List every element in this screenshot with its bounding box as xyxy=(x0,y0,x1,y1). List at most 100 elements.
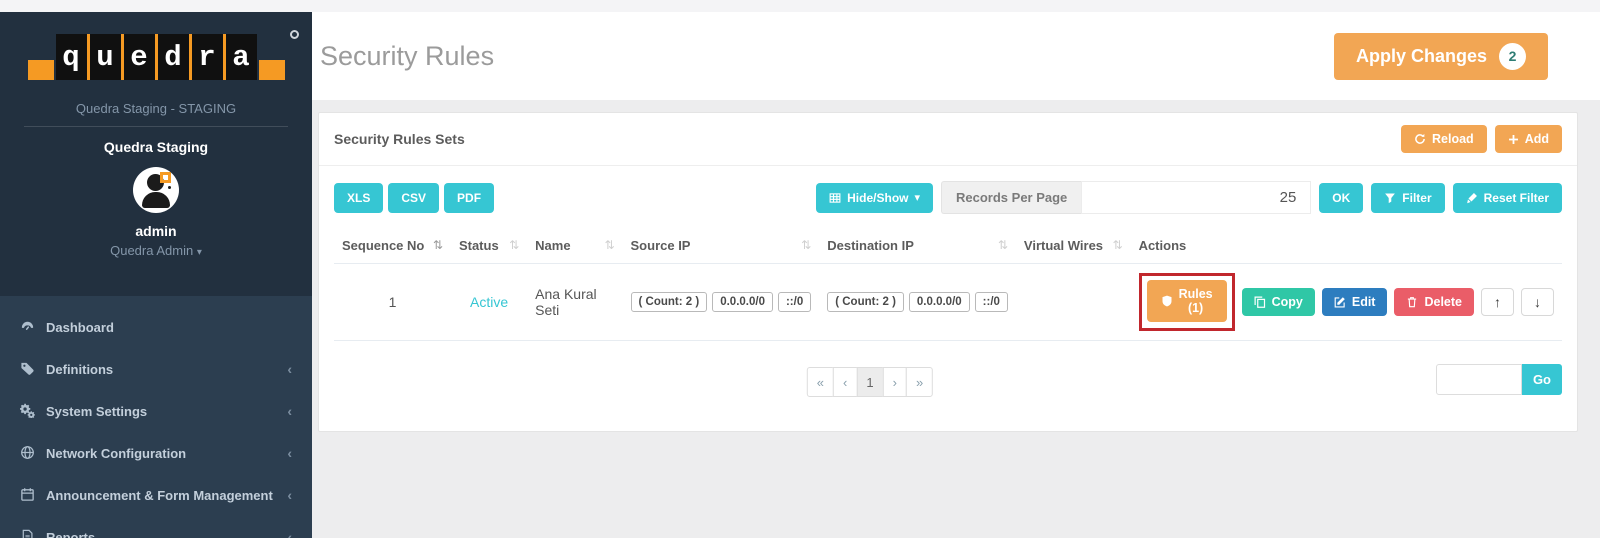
sidebar-item-system-settings[interactable]: System Settings ‹ xyxy=(0,390,312,432)
filter-button[interactable]: Filter xyxy=(1371,183,1444,213)
sidebar-item-label: System Settings xyxy=(46,404,287,419)
copy-icon xyxy=(1254,296,1266,308)
column-header-source-ip[interactable]: Source IP ⇅ xyxy=(623,228,820,264)
move-up-button[interactable]: ↑ xyxy=(1481,288,1514,316)
gears-icon xyxy=(20,403,36,419)
logo-letter: q xyxy=(56,34,87,80)
move-down-button[interactable]: ↓ xyxy=(1521,288,1554,316)
column-header-destination-ip[interactable]: Destination IP ⇅ xyxy=(819,228,1016,264)
sidebar-item-label: Announcement & Form Management xyxy=(46,488,287,503)
add-button[interactable]: Add xyxy=(1495,125,1562,153)
globe-icon xyxy=(20,445,36,461)
ok-button[interactable]: OK xyxy=(1319,183,1363,213)
caret-down-icon: ▾ xyxy=(197,247,202,258)
pagination-page-1-button[interactable]: 1 xyxy=(856,367,883,397)
edit-label: Edit xyxy=(1352,295,1376,309)
export-pdf-button[interactable]: PDF xyxy=(444,183,494,213)
copy-button[interactable]: Copy xyxy=(1242,288,1315,316)
tags-icon xyxy=(20,361,36,377)
column-header-virtual-wires[interactable]: Virtual Wires ⇅ xyxy=(1016,228,1131,264)
user-role-dropdown[interactable]: Quedra Admin ▾ xyxy=(0,243,312,258)
export-xls-button[interactable]: XLS xyxy=(334,183,383,213)
logo-letter: d xyxy=(158,34,189,80)
hide-show-dropdown[interactable]: Hide/Show ▾ xyxy=(816,183,933,213)
records-per-page-input[interactable] xyxy=(1081,181,1311,214)
red-highlight-annotation: Rules (1) xyxy=(1139,273,1235,331)
pending-changes-badge: 2 xyxy=(1499,43,1526,70)
pagination-next-button[interactable]: › xyxy=(883,367,907,397)
column-header-actions: Actions xyxy=(1131,228,1562,264)
filter-label: Filter xyxy=(1402,191,1431,205)
cell-actions: Rules (1) Copy xyxy=(1131,264,1562,341)
goto-page-input[interactable] xyxy=(1436,364,1522,395)
quedra-logo[interactable]: q u e d r a xyxy=(28,34,285,80)
column-header-sequence-no[interactable]: Sequence No ⇅ xyxy=(334,228,451,264)
source-ip-badge: ::/0 xyxy=(778,292,811,312)
top-strip xyxy=(0,0,1600,12)
sidebar-item-network-configuration[interactable]: Network Configuration ‹ xyxy=(0,432,312,474)
logo-orange-block-left xyxy=(28,60,54,80)
column-header-status[interactable]: Status ⇅ xyxy=(451,228,527,264)
sidebar-item-label: Reports xyxy=(46,530,287,538)
source-ip-badge: 0.0.0.0/0 xyxy=(712,292,773,312)
pagination-last-button[interactable]: » xyxy=(906,367,933,397)
sidebar-item-definitions[interactable]: Definitions ‹ xyxy=(0,348,312,390)
logo-orange-block-right xyxy=(259,60,285,80)
chevron-left-icon: ‹ xyxy=(287,529,292,538)
column-header-name[interactable]: Name ⇅ xyxy=(527,228,622,264)
sidebar-item-label: Definitions xyxy=(46,362,287,377)
reset-filter-button[interactable]: Reset Filter xyxy=(1453,183,1562,213)
delete-button[interactable]: Delete xyxy=(1394,288,1474,316)
chevron-left-icon: ‹ xyxy=(287,445,292,461)
refresh-icon xyxy=(1414,133,1426,145)
apply-changes-button[interactable]: Apply Changes 2 xyxy=(1334,33,1548,80)
sidebar-divider xyxy=(24,126,288,127)
plus-icon xyxy=(1508,134,1519,145)
arrow-down-icon: ↓ xyxy=(1534,294,1541,310)
pagination-first-button[interactable]: « xyxy=(807,367,834,397)
table-grid-icon xyxy=(829,192,841,204)
cell-source-ip: ( Count: 2 ) 0.0.0.0/0 ::/0 xyxy=(623,264,820,341)
security-rules-table: Sequence No ⇅ Status ⇅ Name ⇅ xyxy=(334,228,1562,341)
shield-icon xyxy=(1161,295,1173,307)
avatar-dot xyxy=(168,186,171,189)
user-role-label: Quedra Admin xyxy=(110,243,193,258)
page-title: Security Rules xyxy=(320,41,494,72)
filter-icon xyxy=(1384,192,1396,204)
security-rules-sets-panel: Security Rules Sets Reload Add xyxy=(318,112,1578,432)
edit-button[interactable]: Edit xyxy=(1322,288,1388,316)
rules-button[interactable]: Rules (1) xyxy=(1147,280,1227,322)
delete-label: Delete xyxy=(1424,295,1462,309)
go-button[interactable]: Go xyxy=(1522,364,1562,395)
logo-letter: e xyxy=(124,34,155,80)
sidebar-item-reports[interactable]: Reports ‹ xyxy=(0,516,312,538)
sidebar-item-label: Network Configuration xyxy=(46,446,287,461)
column-label: Status xyxy=(459,238,499,253)
source-ip-count-badge: ( Count: 2 ) xyxy=(631,292,708,312)
sidebar-menu: Dashboard Definitions ‹ System Settings … xyxy=(0,296,312,538)
sidebar-user-panel: q u e d r a Quedra Staging - STAGING Que… xyxy=(0,12,312,296)
copy-label: Copy xyxy=(1272,295,1303,309)
username-label: admin xyxy=(0,223,312,239)
column-label: Name xyxy=(535,238,570,253)
reload-label: Reload xyxy=(1432,132,1474,146)
sidebar: q u e d r a Quedra Staging - STAGING Que… xyxy=(0,12,312,538)
page-header: Security Rules Apply Changes 2 xyxy=(312,12,1600,100)
export-csv-button[interactable]: CSV xyxy=(388,183,439,213)
apply-changes-label: Apply Changes xyxy=(1356,46,1487,67)
reload-button[interactable]: Reload xyxy=(1401,125,1487,153)
sort-icon: ⇅ xyxy=(801,238,811,252)
destination-ip-count-badge: ( Count: 2 ) xyxy=(827,292,904,312)
status-active-link[interactable]: Active xyxy=(470,294,508,310)
logo-letter: r xyxy=(192,34,223,80)
sort-icon: ⇅ xyxy=(998,238,1008,252)
column-label: Sequence No xyxy=(342,238,424,253)
avatar-shoulders xyxy=(142,192,170,208)
arrow-up-icon: ↑ xyxy=(1494,294,1501,310)
destination-ip-badge: ::/0 xyxy=(975,292,1008,312)
sidebar-item-dashboard[interactable]: Dashboard xyxy=(0,306,312,348)
avatar-orange-square xyxy=(160,172,171,183)
sidebar-item-announcement-form-management[interactable]: Announcement & Form Management ‹ xyxy=(0,474,312,516)
chevron-left-icon: ‹ xyxy=(287,403,292,419)
pagination-prev-button[interactable]: ‹ xyxy=(833,367,857,397)
